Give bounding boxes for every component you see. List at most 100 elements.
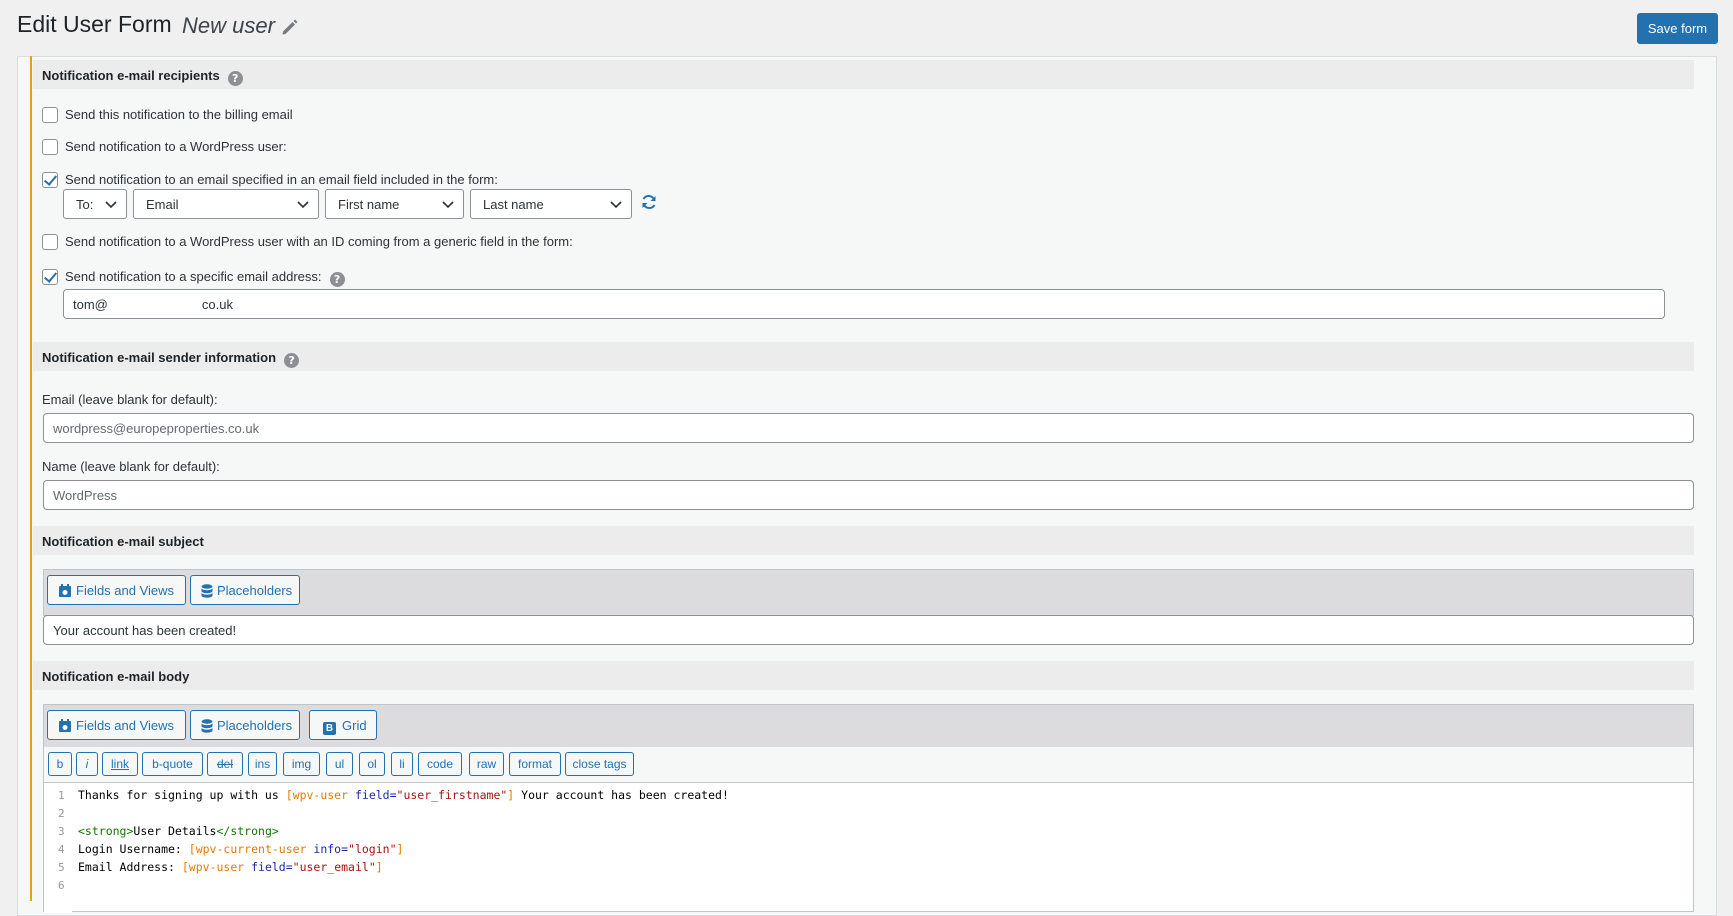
subject-placeholders-button[interactable]: Placeholders <box>190 575 300 605</box>
recipients-heading: Notification e-mail recipients? <box>33 60 1694 89</box>
option-specific-email[interactable]: Send notification to a specific email ad… <box>42 269 345 287</box>
code-shortcode: ] <box>375 860 383 874</box>
subject-heading: Notification e-mail subject <box>33 526 1694 555</box>
line-number: 3 <box>58 825 65 838</box>
pencil-icon[interactable] <box>280 17 300 37</box>
help-icon[interactable]: ? <box>284 353 300 368</box>
sender-heading-label: Notification e-mail sender information <box>42 350 277 365</box>
code-line: <strong>User Details</strong> <box>78 824 279 838</box>
code-attribute: field= <box>354 788 397 802</box>
database-icon <box>201 719 213 733</box>
body-placeholders-label: Placeholders <box>217 718 293 733</box>
qt-ol-button[interactable]: ol <box>359 752 385 776</box>
checkbox[interactable] <box>42 107 58 123</box>
code-attribute: field= <box>251 860 293 874</box>
checkbox[interactable] <box>42 139 58 155</box>
subject-heading-label: Notification e-mail subject <box>42 534 204 549</box>
qt-li-button[interactable]: li <box>391 752 413 776</box>
recipients-heading-label: Notification e-mail recipients <box>42 68 220 83</box>
line-number: 1 <box>58 789 65 802</box>
line-number: 4 <box>58 843 65 856</box>
chevron-down-icon <box>105 201 117 209</box>
code-string: "login" <box>348 842 397 856</box>
qt-code-button[interactable]: code <box>418 752 462 776</box>
body-placeholders-button[interactable]: Placeholders <box>190 710 300 740</box>
code-shortcode: [wpv-user <box>285 788 355 802</box>
code-text: Login Username: <box>78 842 189 856</box>
subject-placeholders-label: Placeholders <box>217 583 293 598</box>
code-string: "user_firstname" <box>396 788 508 802</box>
first-name-select-value: First name <box>338 197 400 212</box>
subject-fields-views-label: Fields and Views <box>76 583 175 598</box>
sender-name-label: Name (leave blank for default): <box>42 459 220 474</box>
option-label: Send notification to a WordPress user: <box>65 139 287 154</box>
subject-input[interactable]: Your account has been created! <box>43 615 1694 645</box>
sender-email-input[interactable]: wordpress@europeproperties.co.uk <box>43 413 1694 443</box>
help-icon[interactable]: ? <box>227 71 243 86</box>
qt-italic-button[interactable]: i <box>76 752 98 776</box>
body-code-editor[interactable]: 1 2 3 4 5 6 Thanks for signing up with u… <box>43 782 1694 913</box>
option-label: Send notification to a WordPress user wi… <box>65 234 573 249</box>
qt-ul-button[interactable]: ul <box>326 752 353 776</box>
code-shortcode: [wpv-user <box>181 860 252 874</box>
option-billing-email[interactable]: Send this notification to the billing em… <box>42 107 293 125</box>
page-header: Edit User Form New user Save form <box>0 0 1733 56</box>
option-email-field[interactable]: Send notification to an email specified … <box>42 172 498 190</box>
calendar-icon <box>59 719 71 732</box>
specific-email-part2: co.uk <box>201 297 233 312</box>
code-string: "user_email" <box>292 860 376 874</box>
save-form-button[interactable]: Save form <box>1637 13 1718 44</box>
line-number: 5 <box>58 861 65 874</box>
code-shortcode: [wpv-current-user <box>188 842 314 856</box>
code-text: Email Address: <box>78 860 182 874</box>
checkbox[interactable] <box>42 172 58 188</box>
code-tag: <strong> <box>78 824 134 838</box>
body-grid-button[interactable]: B Grid <box>309 710 377 740</box>
form-name[interactable]: New user <box>182 13 275 39</box>
sender-name-input[interactable]: WordPress <box>43 480 1694 510</box>
qt-close-tags-button[interactable]: close tags <box>565 752 634 776</box>
panel-accent-border <box>30 56 32 901</box>
specific-email-input[interactable]: tom@ co.uk <box>63 289 1665 319</box>
database-icon <box>201 584 213 598</box>
code-attribute: info= <box>313 842 349 856</box>
code-shortcode: ] <box>396 842 404 856</box>
specific-email-part1: tom@ <box>73 297 108 312</box>
qt-bquote-button[interactable]: b-quote <box>142 752 203 776</box>
qt-ins-button[interactable]: ins <box>248 752 277 776</box>
option-wordpress-user[interactable]: Send notification to a WordPress user: <box>42 139 287 157</box>
first-name-select[interactable]: First name <box>325 189 464 219</box>
line-number: 2 <box>58 807 65 820</box>
checkbox[interactable] <box>42 234 58 250</box>
email-field-select[interactable]: Email <box>133 189 319 219</box>
qt-link-button[interactable]: link <box>102 752 138 776</box>
refresh-icon[interactable] <box>640 193 658 211</box>
to-select-value: To: <box>76 197 94 212</box>
code-text: Your account has been created! <box>514 788 729 802</box>
chevron-down-icon <box>610 201 622 209</box>
body-heading: Notification e-mail body <box>33 661 1694 690</box>
chevron-down-icon <box>442 201 454 209</box>
option-generic-field-id[interactable]: Send notification to a WordPress user wi… <box>42 234 573 252</box>
code-tag: </strong> <box>216 824 279 838</box>
last-name-select[interactable]: Last name <box>470 189 632 219</box>
body-grid-label: Grid <box>342 718 367 733</box>
subject-fields-views-button[interactable]: Fields and Views <box>47 575 186 605</box>
to-select[interactable]: To: <box>63 189 127 219</box>
help-icon[interactable]: ? <box>329 272 345 287</box>
body-heading-label: Notification e-mail body <box>42 669 190 684</box>
option-label: Send this notification to the billing em… <box>65 107 293 122</box>
option-label: Send notification to an email specified … <box>65 172 498 187</box>
code-line: Email Address: [wpv-user field="user_ema… <box>78 860 383 874</box>
qt-bold-button[interactable]: b <box>48 752 72 776</box>
qt-raw-button[interactable]: raw <box>469 752 504 776</box>
chevron-down-icon <box>297 201 309 209</box>
line-number: 6 <box>58 879 65 892</box>
checkbox[interactable] <box>42 269 58 285</box>
qt-format-button[interactable]: format <box>509 752 561 776</box>
code-text: User Details <box>133 824 217 838</box>
qt-img-button[interactable]: img <box>283 752 320 776</box>
qt-del-button[interactable]: del <box>207 752 243 776</box>
body-fields-views-button[interactable]: Fields and Views <box>47 710 186 740</box>
sender-email-label: Email (leave blank for default): <box>42 392 218 407</box>
